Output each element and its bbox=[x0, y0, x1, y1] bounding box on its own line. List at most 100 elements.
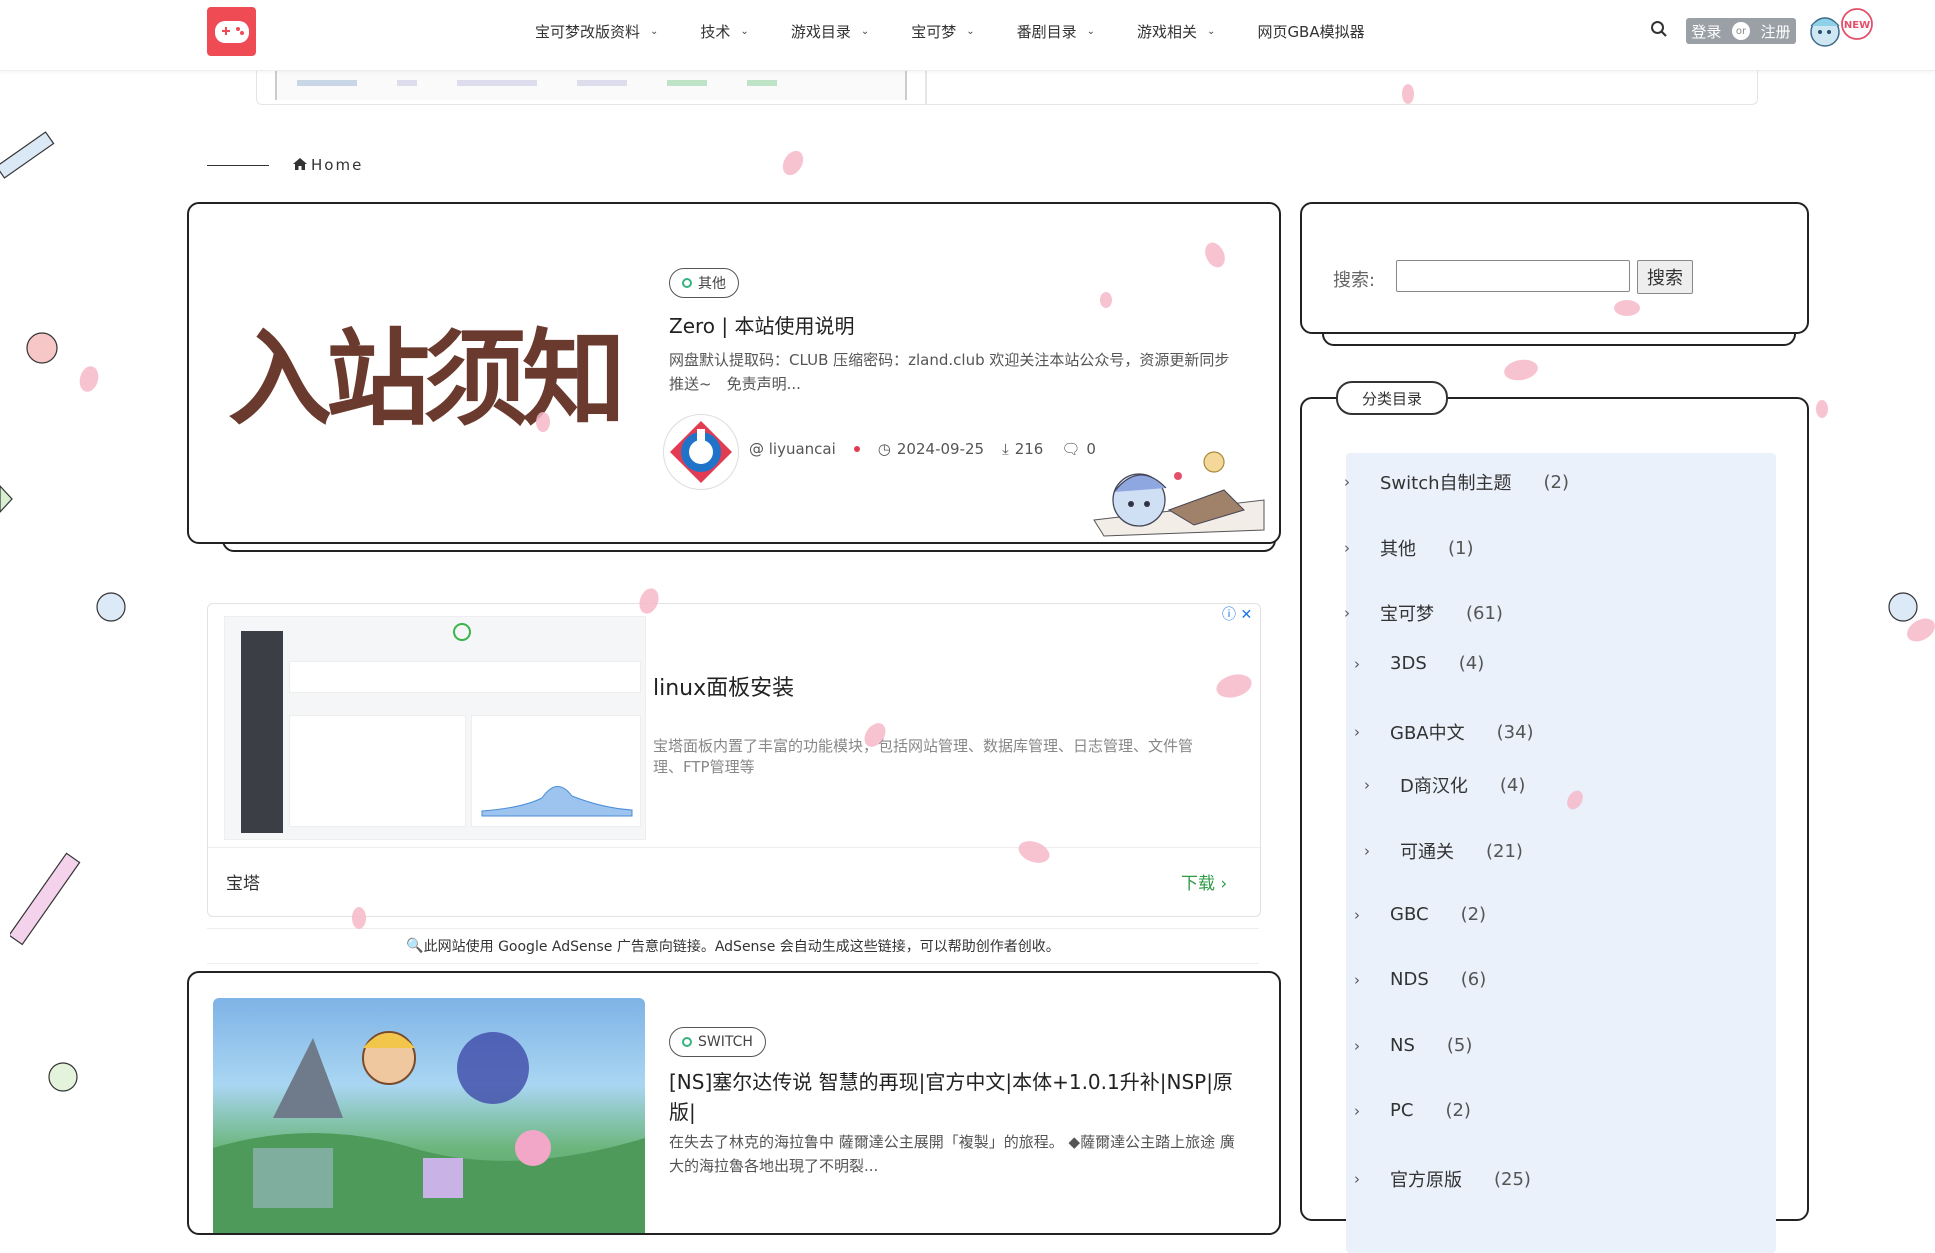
chevron-right-icon: › bbox=[1364, 842, 1370, 860]
category-count: (2) bbox=[1445, 1100, 1471, 1121]
nav-label: 宝可梦 bbox=[911, 22, 957, 41]
search-icon[interactable] bbox=[1650, 20, 1670, 40]
post-card[interactable]: 入站须知 其他 Zero | 本站使用说明 网盘默认提取码：CLUB 压缩密码：… bbox=[187, 202, 1281, 544]
nav-item-pokemon[interactable]: 宝可梦 ⌄ bbox=[911, 21, 974, 42]
register-link[interactable]: 注册 bbox=[1761, 21, 1791, 42]
category-name: D商汉化 bbox=[1400, 776, 1468, 797]
decorative-circle-icon bbox=[48, 1062, 78, 1092]
category-item[interactable]: › 其他 (1) bbox=[1344, 535, 1474, 561]
breadcrumb-line bbox=[207, 164, 269, 166]
category-item[interactable]: › 宝可梦 (61) bbox=[1344, 600, 1503, 626]
ad-block[interactable]: ⓘ ✕ linux面板安装 宝塔面板内置了丰富的功能模块，包括网站管理、数据库管… bbox=[207, 603, 1261, 917]
category-label: 其他 bbox=[698, 276, 726, 292]
category-tag[interactable]: SWITCH bbox=[669, 1027, 766, 1057]
author-avatar[interactable] bbox=[663, 414, 739, 490]
download-count: ⤓ 216 bbox=[1002, 440, 1043, 458]
nav-item-game-catalog[interactable]: 游戏目录 ⌄ bbox=[791, 21, 869, 42]
search-small-icon: 🔍 bbox=[406, 938, 424, 954]
decorative-circle-icon bbox=[1888, 592, 1918, 622]
ad-title[interactable]: linux面板安装 bbox=[653, 670, 794, 702]
category-item[interactable]: › D商汉化 (4) bbox=[1364, 772, 1525, 798]
category-name: GBA中文 bbox=[1390, 723, 1465, 744]
category-name: 官方原版 bbox=[1390, 1170, 1462, 1191]
chevron-down-icon: ⌄ bbox=[1207, 25, 1216, 37]
post-title[interactable]: [NS]塞尔达传说 智慧的再现|官方中文|本体+1.0.1升补|NSP|原版| bbox=[669, 1067, 1249, 1127]
chevron-right-icon: › bbox=[1220, 874, 1228, 894]
nav-label: 游戏相关 bbox=[1137, 22, 1198, 41]
nav-label: 游戏目录 bbox=[790, 22, 851, 41]
ad-screenshot[interactable] bbox=[224, 616, 646, 840]
petal-icon bbox=[1100, 292, 1112, 308]
category-name: NDS bbox=[1390, 969, 1429, 990]
search-widget: 搜索: 搜索 bbox=[1300, 202, 1809, 334]
petal-icon bbox=[1614, 300, 1640, 316]
login-link[interactable]: 登录 bbox=[1691, 21, 1721, 42]
chevron-right-icon: › bbox=[1354, 970, 1360, 989]
category-item[interactable]: › NDS (6) bbox=[1354, 969, 1486, 990]
nav-item-tech[interactable]: 技术 ⌄ bbox=[700, 21, 748, 42]
category-name: GBC bbox=[1390, 904, 1429, 925]
search-input[interactable] bbox=[1396, 260, 1630, 292]
chevron-down-icon: ⌄ bbox=[966, 25, 975, 37]
search-button[interactable]: 搜索 bbox=[1637, 260, 1693, 294]
breadcrumb-home-link[interactable]: Home bbox=[311, 156, 363, 174]
nav-item-anime[interactable]: 番剧目录 ⌄ bbox=[1017, 21, 1095, 42]
download-icon: ⤓ bbox=[1002, 440, 1009, 458]
category-tag[interactable]: 其他 bbox=[669, 268, 739, 298]
category-dot-icon bbox=[682, 278, 692, 288]
categories-widget: › Switch自制主题 (2) › 其他 (1) › 宝可梦 (61) › 3… bbox=[1300, 397, 1809, 1253]
nav-label: 网页GBA模拟器 bbox=[1257, 22, 1365, 41]
chevron-right-icon: › bbox=[1354, 654, 1360, 673]
main-nav: 宝可梦改版资料 ⌄ 技术 ⌄ 游戏目录 ⌄ 宝可梦 ⌄ 番剧目录 ⌄ 游戏相关 … bbox=[535, 0, 1407, 62]
chevron-right-icon: › bbox=[1344, 539, 1350, 557]
nav-item-gba-emulator[interactable]: 网页GBA模拟器 bbox=[1257, 21, 1364, 42]
author-name[interactable]: @ liyuancai bbox=[749, 440, 836, 458]
category-item[interactable]: › 可通关 (21) bbox=[1364, 838, 1523, 864]
ad-download-label: 下载 bbox=[1181, 874, 1215, 894]
petal-icon bbox=[536, 412, 550, 432]
ad-brand[interactable]: 宝塔 bbox=[226, 869, 260, 894]
decorative-circle-icon bbox=[26, 332, 58, 364]
chevron-down-icon: ⌄ bbox=[740, 25, 749, 37]
post-thumbnail[interactable] bbox=[213, 998, 645, 1233]
clock-icon: ◷ bbox=[877, 440, 891, 458]
post-thumbnail[interactable]: 入站须知 bbox=[213, 244, 635, 494]
category-item[interactable]: › PC (2) bbox=[1354, 1100, 1471, 1121]
post-title[interactable]: Zero | 本站使用说明 bbox=[669, 310, 854, 339]
category-label: SWITCH bbox=[698, 1034, 753, 1050]
ad-divider bbox=[208, 847, 1260, 848]
category-count: (2) bbox=[1543, 471, 1570, 493]
ad-download-link[interactable]: 下载 › bbox=[1181, 869, 1227, 894]
category-item[interactable]: › NS (5) bbox=[1354, 1035, 1472, 1056]
post-card[interactable]: SWITCH [NS]塞尔达传说 智慧的再现|官方中文|本体+1.0.1升补|N… bbox=[187, 971, 1281, 1235]
chevron-right-icon: › bbox=[1364, 776, 1370, 794]
breadcrumb: Home bbox=[207, 156, 363, 174]
category-count: (25) bbox=[1494, 1168, 1531, 1190]
category-name: 3DS bbox=[1390, 653, 1427, 674]
new-badge-text: NEW bbox=[1844, 20, 1870, 31]
nav-item-pokemon-mods[interactable]: 宝可梦改版资料 ⌄ bbox=[535, 21, 658, 42]
category-name: Switch自制主题 bbox=[1380, 473, 1512, 494]
category-item[interactable]: › 官方原版 (25) bbox=[1354, 1166, 1531, 1192]
category-item[interactable]: › GBA中文 (34) bbox=[1354, 719, 1534, 745]
ad-info-icon[interactable]: ⓘ ✕ bbox=[1222, 604, 1252, 624]
chevron-right-icon: › bbox=[1354, 1036, 1360, 1055]
category-name: NS bbox=[1390, 1035, 1415, 1056]
or-badge: or bbox=[1732, 22, 1750, 40]
download-value: 216 bbox=[1014, 440, 1044, 458]
site-logo[interactable] bbox=[207, 7, 256, 56]
category-count: (6) bbox=[1460, 969, 1487, 990]
category-item[interactable]: › GBC (2) bbox=[1354, 904, 1486, 925]
category-item[interactable]: › Switch自制主题 (2) bbox=[1344, 469, 1569, 495]
chevron-down-icon: ⌄ bbox=[650, 25, 659, 37]
nav-item-game-related[interactable]: 游戏相关 ⌄ bbox=[1137, 21, 1215, 42]
chevron-right-icon: › bbox=[1354, 1170, 1360, 1188]
adsense-note: 🔍 此网站使用 Google AdSense 广告意向链接。AdSense 会自… bbox=[207, 928, 1259, 964]
category-item[interactable]: › 3DS (4) bbox=[1354, 653, 1484, 674]
login-register-button[interactable]: 登录 or 注册 bbox=[1686, 18, 1796, 44]
category-count: (2) bbox=[1460, 904, 1487, 925]
petal-icon bbox=[1502, 357, 1540, 383]
top-navbar: 宝可梦改版资料 ⌄ 技术 ⌄ 游戏目录 ⌄ 宝可梦 ⌄ 番剧目录 ⌄ 游戏相关 … bbox=[0, 0, 1935, 71]
category-name: 其他 bbox=[1380, 539, 1416, 560]
date-value: 2024-09-25 bbox=[896, 440, 985, 458]
